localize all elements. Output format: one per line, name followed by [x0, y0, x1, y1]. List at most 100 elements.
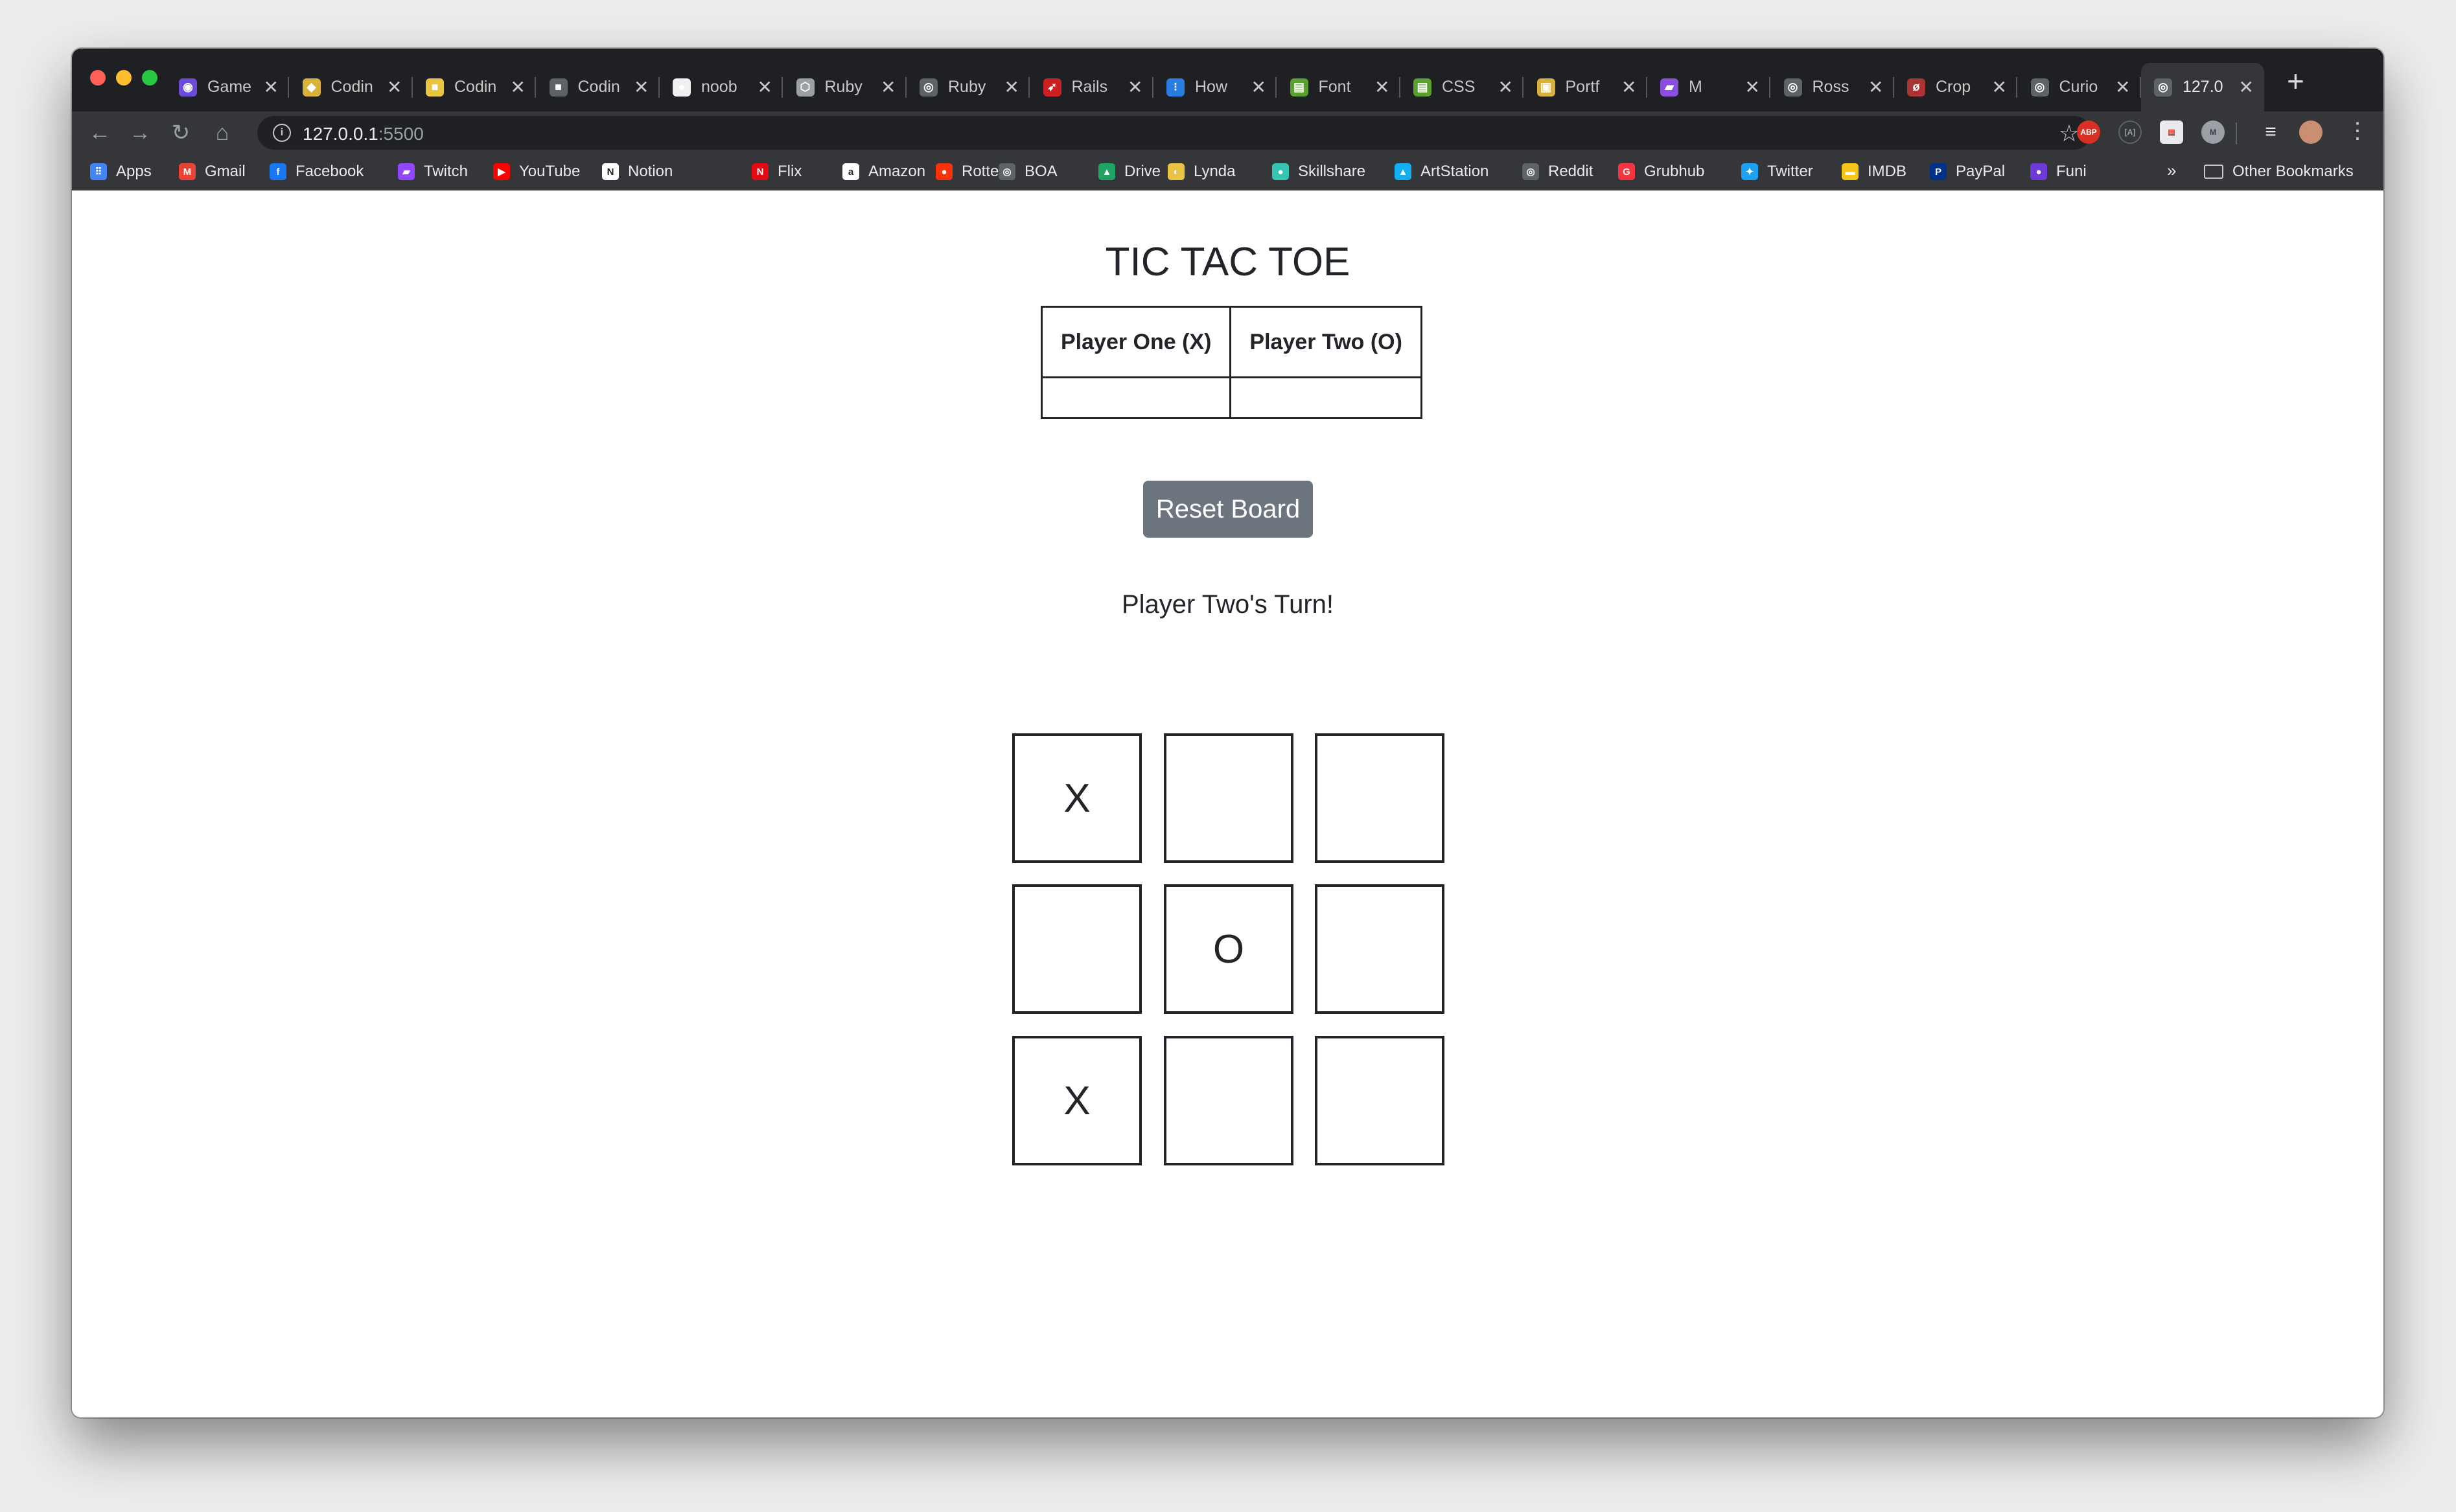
browser-tab[interactable]: ➶ Rails ✕	[1030, 63, 1153, 111]
browser-tab[interactable]: ▤ CSS ✕	[1400, 63, 1523, 111]
bookmark-item[interactable]: ⠿ Apps	[90, 159, 152, 184]
board-cell[interactable]: X	[1012, 733, 1142, 863]
browser-tab[interactable]: ■ Codin ✕	[413, 63, 536, 111]
address-text[interactable]: 127.0.0.1:5500	[303, 124, 424, 144]
bookmark-item[interactable]: G Grubhub	[1618, 159, 1704, 184]
close-tab-icon[interactable]: ✕	[511, 76, 526, 98]
close-tab-icon[interactable]: ✕	[1498, 76, 1513, 98]
bookmark-item[interactable]: ✦ Twitter	[1741, 159, 1813, 184]
close-tab-icon[interactable]: ✕	[387, 76, 402, 98]
address-bar[interactable]: i 127.0.0.1:5500 ☆	[257, 116, 2091, 150]
browser-tab[interactable]: ◎ Ruby ✕	[907, 63, 1030, 111]
close-tab-icon[interactable]: ✕	[1868, 76, 1883, 98]
reload-icon[interactable]: ↻	[165, 117, 197, 149]
bookmark-favicon-icon: N	[602, 163, 619, 180]
bookmark-item[interactable]: ● Skillshare	[1272, 159, 1365, 184]
bookmark-item[interactable]: a Amazon	[842, 159, 925, 184]
browser-tab[interactable]: ◎ Curio ✕	[2018, 63, 2141, 111]
media-controls-icon[interactable]: ≡	[2259, 120, 2282, 144]
bookmark-item[interactable]: ▰ Twitch	[398, 159, 468, 184]
close-tab-icon[interactable]: ✕	[1745, 76, 1760, 98]
browser-tab[interactable]: ⁝ How ✕	[1153, 63, 1277, 111]
board-cell[interactable]	[1164, 733, 1293, 863]
board-cell[interactable]	[1315, 733, 1444, 863]
minimize-window-button[interactable]	[116, 70, 132, 86]
home-icon[interactable]: ⌂	[206, 117, 238, 149]
player-two-header: Player Two (O)	[1229, 306, 1422, 378]
close-tab-icon[interactable]: ✕	[634, 76, 649, 98]
bookmark-label: Grubhub	[1644, 163, 1705, 180]
browser-tab[interactable]: ▣ Portf ✕	[1524, 63, 1647, 111]
forward-arrow-icon[interactable]: →	[124, 117, 156, 149]
zoom-window-button[interactable]	[142, 70, 157, 86]
board-cell[interactable]	[1315, 884, 1444, 1014]
close-tab-icon[interactable]: ✕	[2115, 76, 2130, 98]
other-bookmarks-button[interactable]: Other Bookmarks	[2204, 159, 2354, 184]
bookmark-item[interactable]: ◐ Lynda	[1168, 159, 1236, 184]
new-tab-button[interactable]: +	[2287, 66, 2304, 96]
bookmark-favicon-icon: ▲	[1098, 163, 1115, 180]
browser-tab[interactable]: ◆ Codin ✕	[290, 63, 413, 111]
bookmark-item[interactable]: ▲ ArtStation	[1395, 159, 1489, 184]
bookmark-item[interactable]: ● Funi	[2030, 159, 2087, 184]
profile-avatar[interactable]	[2299, 120, 2323, 144]
close-tab-icon[interactable]: ✕	[1992, 76, 2007, 98]
board-cell[interactable]: X	[1012, 1036, 1142, 1165]
close-tab-icon[interactable]: ✕	[1374, 76, 1389, 98]
tab-strip: ◉ Game ✕ ◆ Codin ✕ ■ Codin ✕ ■ Codin ✕ ● noob ✕ ⬡ Ruby ✕ ◎…	[72, 49, 2383, 111]
board-cell[interactable]: O	[1164, 884, 1293, 1014]
close-tab-icon[interactable]: ✕	[1251, 76, 1266, 98]
browser-menu-icon[interactable]: ⋮	[2346, 118, 2369, 144]
bookmark-label: Funi	[2056, 163, 2087, 180]
bookmark-item[interactable]: N Notion	[602, 159, 673, 184]
browser-tab[interactable]: ø Crop ✕	[1894, 63, 2017, 111]
browser-tab[interactable]: ▤ Font ✕	[1277, 63, 1400, 111]
extension-icon[interactable]: M	[2201, 120, 2225, 144]
tab-favicon-icon: ◉	[179, 78, 197, 97]
close-tab-icon[interactable]: ✕	[1004, 76, 1019, 98]
board-cell[interactable]	[1164, 1036, 1293, 1165]
bookmark-item[interactable]: M Gmail	[179, 159, 246, 184]
browser-tab[interactable]: ■ Codin ✕	[537, 63, 660, 111]
bookmark-item[interactable]: P PayPal	[1930, 159, 2005, 184]
close-tab-icon[interactable]: ✕	[881, 76, 896, 98]
close-tab-icon[interactable]: ✕	[1128, 76, 1142, 98]
bookmark-favicon-icon: ●	[2030, 163, 2047, 180]
back-arrow-icon[interactable]: ←	[84, 117, 116, 149]
bookmark-item[interactable]: ● Rotten	[936, 159, 1008, 184]
bookmark-label: PayPal	[1956, 163, 2006, 180]
bookmark-favicon-icon: G	[1618, 163, 1635, 180]
bookmark-label: Lynda	[1194, 163, 1236, 180]
extension-icon[interactable]: [A]	[2118, 120, 2142, 144]
browser-tab[interactable]: ◎ 127.0 ✕	[2141, 63, 2264, 111]
board-cell[interactable]	[1315, 1036, 1444, 1165]
bookmark-item[interactable]: ◎ BOA	[999, 159, 1058, 184]
bookmark-item[interactable]: f Facebook	[270, 159, 364, 184]
bookmark-favicon-icon: ◎	[1522, 163, 1539, 180]
turn-status: Player Two's Turn!	[1121, 590, 1334, 619]
browser-tab[interactable]: ◉ Game ✕	[166, 63, 289, 111]
browser-tab[interactable]: ▰ M ✕	[1647, 63, 1770, 111]
board-cell[interactable]	[1012, 884, 1142, 1014]
bookmarks-overflow-button[interactable]: »	[2167, 161, 2176, 181]
bookmarks-bar: ⠿ Apps M Gmail f Facebook ▰ Twitch ▶ YouTube N Noti…	[72, 154, 2383, 190]
bookmark-item[interactable]: N Flix	[752, 159, 802, 184]
close-window-button[interactable]	[90, 70, 106, 86]
browser-tab[interactable]: ⬡ Ruby ✕	[783, 63, 907, 111]
reset-board-button[interactable]: Reset Board	[1143, 481, 1313, 538]
bookmark-item[interactable]: ▲ Drive	[1098, 159, 1161, 184]
adblock-extension-icon[interactable]: ABP	[2077, 120, 2100, 144]
close-tab-icon[interactable]: ✕	[1621, 76, 1636, 98]
bookmark-item[interactable]: ▬ IMDB	[1842, 159, 1906, 184]
close-tab-icon[interactable]: ✕	[2239, 76, 2254, 98]
site-info-icon[interactable]: i	[273, 124, 291, 142]
tab-title: How	[1195, 78, 1228, 96]
bookmark-label: Gmail	[205, 163, 246, 180]
browser-tab[interactable]: ● noob ✕	[660, 63, 783, 111]
bookmark-item[interactable]: ▶ YouTube	[493, 159, 580, 184]
bookmark-item[interactable]: ◎ Reddit	[1522, 159, 1593, 184]
close-tab-icon[interactable]: ✕	[758, 76, 772, 98]
browser-tab[interactable]: ◎ Ross ✕	[1771, 63, 1894, 111]
close-tab-icon[interactable]: ✕	[264, 76, 279, 98]
extension-icon[interactable]: ▤	[2160, 120, 2183, 144]
